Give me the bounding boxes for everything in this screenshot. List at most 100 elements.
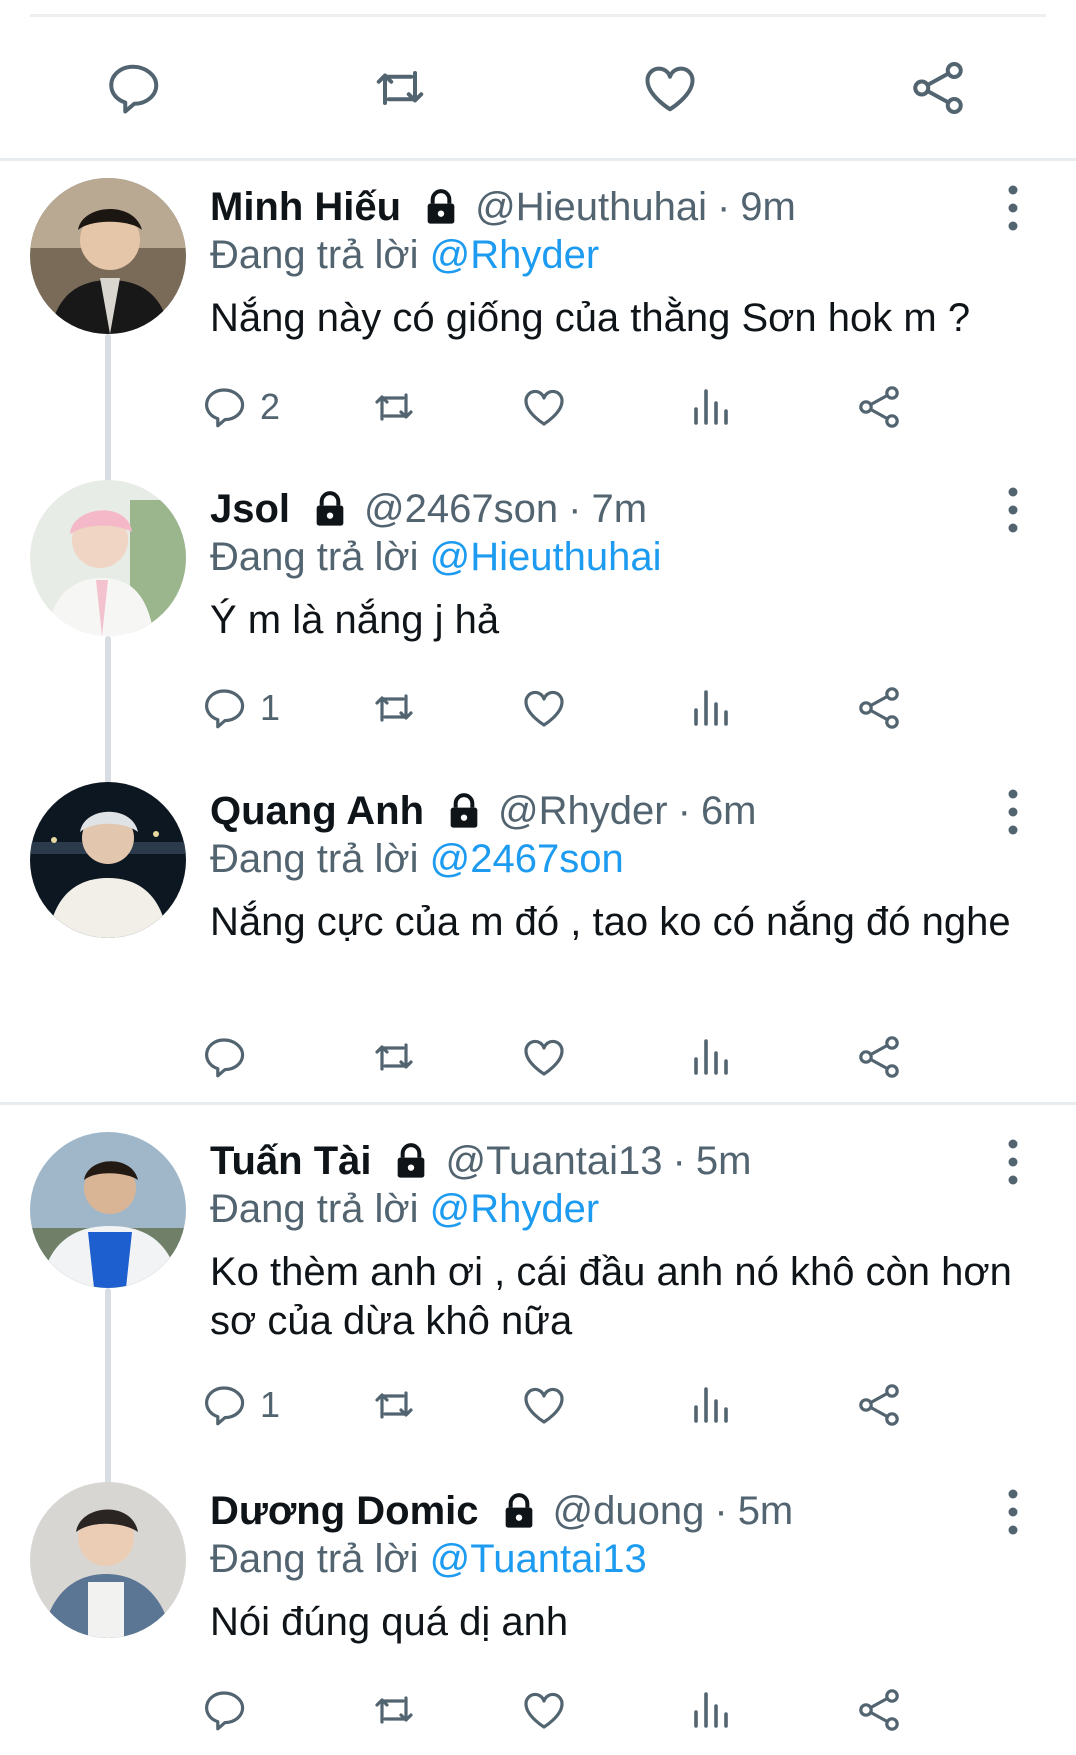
more-options-button[interactable] (990, 180, 1036, 236)
heart-icon (524, 1039, 564, 1076)
retweet-button[interactable] (370, 678, 418, 738)
views-button[interactable] (686, 1375, 734, 1435)
replying-to: Đang trả lời @Rhyder (210, 1184, 599, 1234)
reply-button[interactable] (200, 1680, 260, 1740)
reply-target-link[interactable]: @2467son (430, 837, 624, 881)
reply-target-link[interactable]: @Hieuthuhai (430, 535, 662, 579)
timestamp[interactable]: 5m (738, 1486, 794, 1536)
avatar[interactable] (30, 1132, 186, 1288)
avatar-image (30, 1482, 186, 1638)
more-icon (1008, 789, 1018, 835)
reply-target-link[interactable]: @Tuantai13 (430, 1537, 647, 1581)
views-button[interactable] (686, 678, 734, 738)
share-icon (913, 62, 963, 114)
retweet-button[interactable] (370, 1680, 418, 1740)
lock-icon (316, 491, 344, 526)
timestamp[interactable]: 9m (740, 182, 796, 232)
retweet-button[interactable] (370, 58, 430, 118)
like-button[interactable] (640, 58, 700, 118)
user-handle[interactable]: @Rhyder (498, 786, 668, 836)
tweet-action-bar: 1 (205, 678, 1010, 738)
retweet-icon (376, 71, 424, 105)
share-button[interactable] (908, 58, 968, 118)
views-icon (694, 1387, 728, 1423)
views-button[interactable] (686, 377, 734, 437)
avatar-image (30, 1132, 186, 1288)
reply-button[interactable]: 1 (200, 678, 280, 738)
tweet-header: Jsol @2467son · 7m (210, 484, 647, 534)
timestamp[interactable]: 7m (591, 484, 647, 534)
reply-button[interactable]: 1 (200, 1375, 280, 1435)
reply-tweet[interactable]: Dương Domic @duong · 5m Đang trả lời @Tuanta… (0, 1482, 1076, 1744)
avatar[interactable] (30, 178, 186, 334)
lock-icon (310, 489, 350, 529)
avatar[interactable] (30, 782, 186, 938)
user-handle[interactable]: @2467son (364, 484, 558, 534)
like-button[interactable] (520, 1027, 568, 1087)
tweet-text: Nắng này có giống của thằng Sơn hok m ? (210, 296, 971, 340)
views-icon (694, 1039, 728, 1075)
reply-tweet[interactable]: Minh Hiếu @Hieuthuhai · 9m Đang trả lời @Rhy… (0, 178, 1076, 634)
avatar[interactable] (30, 1482, 186, 1638)
retweet-button[interactable] (370, 1375, 418, 1435)
like-button[interactable] (520, 678, 568, 738)
share-button[interactable] (855, 1027, 903, 1087)
reply-tweet[interactable]: Tuấn Tài @Tuantai13 · 5m Đang trả lời @Rhyde… (0, 1132, 1076, 1604)
separator-dot: · (568, 487, 582, 531)
tweet-text: Ý m là nắng j hả (210, 598, 500, 642)
retweet-icon (375, 393, 413, 421)
share-button[interactable] (855, 1680, 903, 1740)
more-options-button[interactable] (990, 784, 1036, 840)
display-name[interactable]: Tuấn Tài (210, 1136, 371, 1186)
reply-icon (205, 689, 245, 729)
reply-button[interactable] (103, 58, 163, 118)
reply-count: 2 (260, 386, 281, 427)
user-handle[interactable]: @Tuantai13 (445, 1136, 662, 1186)
more-options-button[interactable] (990, 482, 1036, 538)
reply-tweet[interactable]: Jsol @2467son · 7m Đang trả lời @Hieuthuhai Ý… (0, 480, 1076, 938)
reply-button[interactable] (200, 1027, 260, 1087)
timestamp[interactable]: 5m (696, 1136, 752, 1186)
reply-tweet[interactable]: Quang Anh @Rhyder · 6m Đang trả lời @2467son… (0, 782, 1076, 1091)
tweet-text: Ko thèm anh ơi , cái đầu anh nó khô còn … (210, 1250, 1012, 1343)
display-name[interactable]: Quang Anh (210, 786, 424, 836)
like-button[interactable] (520, 1680, 568, 1740)
lock-icon (398, 1143, 425, 1178)
reply-icon (205, 1386, 245, 1426)
like-button[interactable] (520, 377, 568, 437)
reply-target-link[interactable]: @Rhyder (430, 1187, 600, 1231)
avatar[interactable] (30, 480, 186, 636)
avatar-image (30, 178, 186, 334)
reply-icon (205, 1038, 245, 1078)
lock-icon (505, 1493, 532, 1528)
share-icon (859, 1036, 899, 1078)
share-button[interactable] (855, 377, 903, 437)
views-button[interactable] (686, 1680, 734, 1740)
user-handle[interactable]: @duong (553, 1486, 705, 1536)
timestamp[interactable]: 6m (701, 786, 757, 836)
retweet-button[interactable] (370, 1027, 418, 1087)
more-options-button[interactable] (990, 1484, 1036, 1540)
reply-button[interactable]: 2 (200, 377, 280, 437)
share-button[interactable] (855, 1375, 903, 1435)
divider (0, 158, 1076, 161)
replying-to-label: Đang trả lời (210, 1187, 419, 1231)
user-handle[interactable]: @Hieuthuhai (475, 182, 707, 232)
tweet-action-bar: 2 (205, 377, 1010, 437)
display-name[interactable]: Minh Hiếu (210, 182, 401, 232)
tweet-header: Minh Hiếu @Hieuthuhai · 9m (210, 182, 796, 232)
replying-to-label: Đang trả lời (210, 233, 419, 277)
views-button[interactable] (686, 1027, 734, 1087)
display-name[interactable]: Dương Domic (210, 1486, 479, 1536)
reply-target-link[interactable]: @Rhyder (430, 233, 600, 277)
more-icon (1008, 185, 1018, 231)
share-button[interactable] (855, 678, 903, 738)
lock-icon (391, 1141, 431, 1181)
retweet-button[interactable] (370, 377, 418, 437)
like-button[interactable] (520, 1375, 568, 1435)
main-tweet-action-bar (0, 30, 1076, 150)
more-options-button[interactable] (990, 1134, 1036, 1190)
tweet-action-bar (205, 1027, 1010, 1087)
display-name[interactable]: Jsol (210, 484, 290, 534)
retweet-icon (375, 694, 413, 722)
